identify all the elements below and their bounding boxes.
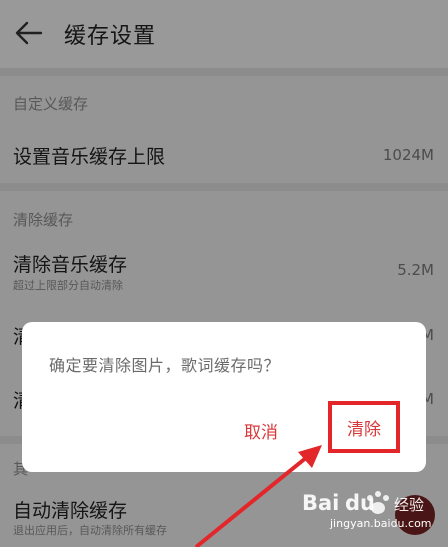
annotation-arrow-icon	[194, 445, 322, 547]
svg-text:du: du	[345, 491, 375, 515]
svg-text:Bai: Bai	[302, 491, 339, 515]
svg-text:经验: 经验	[394, 496, 424, 514]
watermark-url: jingyan.baidu.com	[330, 517, 432, 530]
cache-settings-screen: 缓存设置 自定义缓存 设置音乐缓存上限 1024M 清除缓存 清除音乐缓存 超过…	[0, 0, 448, 547]
